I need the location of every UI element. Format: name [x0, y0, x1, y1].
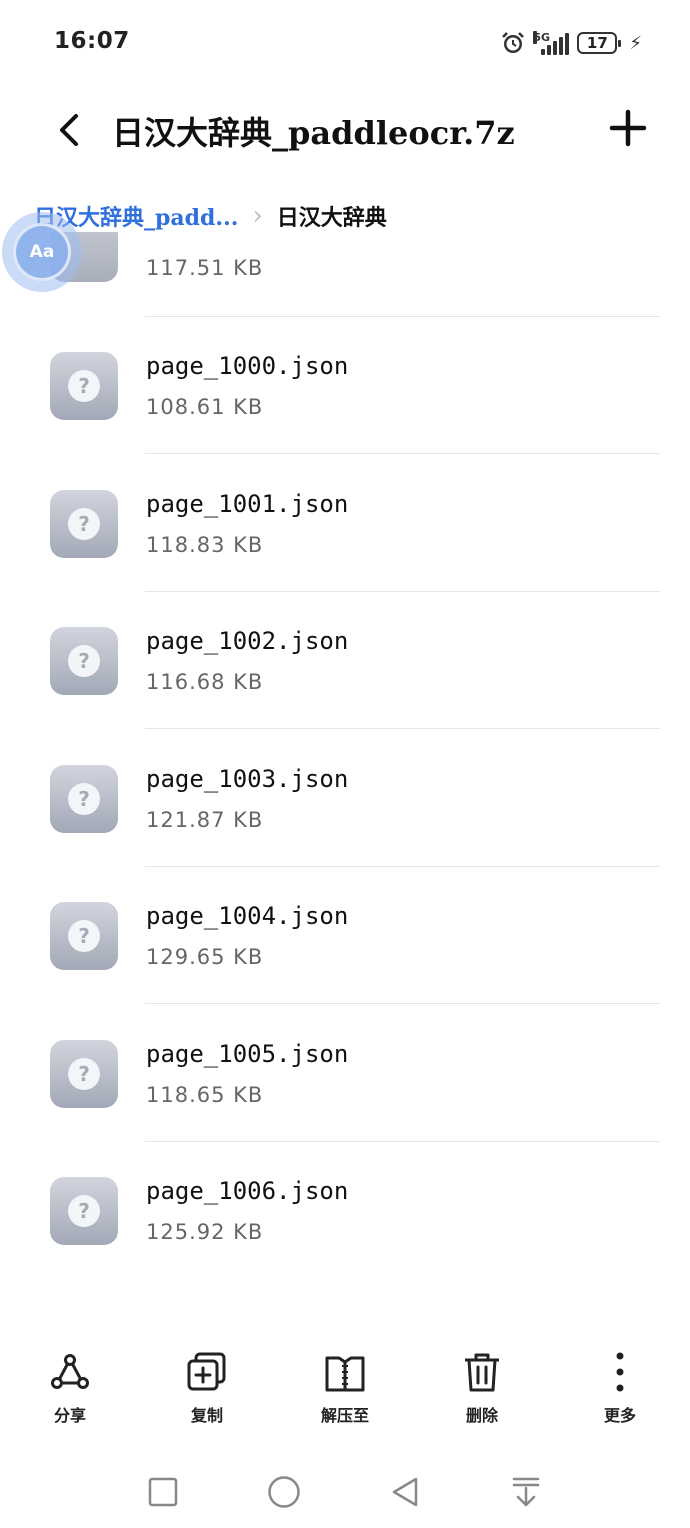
trash-icon [465, 1353, 499, 1392]
file-thumbnail: ? [50, 765, 118, 833]
breadcrumb-current: 日汉大辞典 [276, 205, 387, 231]
recent-apps-button[interactable] [143, 1472, 183, 1512]
list-item[interactable]: ? page_1005.json 118.65 KB [0, 1004, 690, 1141]
file-size: 125.92 KB [146, 1220, 264, 1244]
more-button[interactable]: 更多 [570, 1350, 670, 1430]
triangle-back-icon [392, 1477, 418, 1507]
action-label: 删除 [465, 1406, 498, 1425]
battery-icon: 17 [577, 32, 622, 54]
share-icon [51, 1354, 89, 1389]
action-label: 分享 [53, 1406, 86, 1425]
bottom-action-bar: 分享 复制 解压至 删除 更多 [0, 1350, 690, 1440]
delete-button[interactable]: 删除 [432, 1350, 532, 1430]
file-name: page_1000.json [146, 352, 349, 380]
home-button[interactable] [264, 1472, 304, 1512]
file-size: 117.51 KB [146, 256, 264, 280]
notification-pulldown-button[interactable] [506, 1472, 546, 1512]
file-name: page_1003.json [146, 765, 349, 793]
list-item[interactable]: ? page_1003.json 121.87 KB [0, 729, 690, 866]
unknown-file-icon: ? [68, 370, 100, 402]
list-item[interactable]: ? page_1002.json 116.68 KB [0, 591, 690, 728]
extract-button[interactable]: 解压至 [295, 1350, 395, 1430]
file-size: 118.65 KB [146, 1083, 264, 1107]
status-icons: 5G 17 ⚡ [501, 28, 642, 58]
file-name: page_1002.json [146, 627, 349, 655]
file-thumbnail: ? [50, 352, 118, 420]
list-item[interactable]: 117.51 KB [0, 232, 690, 316]
file-size: 108.61 KB [146, 395, 264, 419]
square-icon [148, 1477, 178, 1507]
list-item[interactable]: ? page_1000.json 108.61 KB [0, 316, 690, 453]
share-button[interactable]: 分享 [20, 1350, 120, 1430]
alarm-icon [502, 32, 525, 53]
more-vertical-icon [616, 1352, 624, 1392]
unknown-file-icon: ? [68, 645, 100, 677]
unknown-file-icon: ? [68, 1058, 100, 1090]
font-size-icon: Aa [13, 223, 71, 281]
header: 日汉大辞典_paddleocr.7z [0, 86, 690, 176]
chevron-right-icon: › [252, 201, 263, 231]
pull-down-icon [512, 1477, 540, 1507]
list-item[interactable]: ? page_1001.json 118.83 KB [0, 454, 690, 591]
network-type: 5G [533, 31, 551, 44]
file-name: page_1005.json [146, 1040, 349, 1068]
add-button[interactable] [606, 106, 650, 150]
file-thumbnail: ? [50, 1177, 118, 1245]
copy-button[interactable]: 复制 [157, 1350, 257, 1430]
plus-icon [609, 109, 647, 147]
list-item[interactable]: ? page_1004.json 129.65 KB [0, 866, 690, 1003]
file-size: 118.83 KB [146, 533, 264, 557]
file-name: page_1006.json [146, 1177, 349, 1205]
status-bar: 16:07 5G 17 ⚡ [0, 0, 690, 86]
battery-level: 17 [586, 34, 608, 52]
charging-icon: ⚡ [629, 32, 642, 54]
file-thumbnail: ? [50, 1040, 118, 1108]
circle-icon [268, 1476, 300, 1508]
signal-icon: 5G [533, 31, 570, 55]
file-size: 116.68 KB [146, 670, 264, 694]
list-item[interactable]: ? page_1006.json 125.92 KB [0, 1141, 690, 1278]
floating-text-button[interactable]: Aa [2, 212, 82, 292]
system-nav-bar [0, 1466, 690, 1516]
extract-icon [325, 1356, 365, 1392]
action-label: 更多 [603, 1406, 636, 1425]
back-button[interactable] [48, 108, 92, 152]
unknown-file-icon: ? [68, 1195, 100, 1227]
nav-back-button[interactable] [385, 1472, 425, 1512]
status-time: 16:07 [54, 28, 130, 54]
action-label: 复制 [190, 1406, 223, 1425]
action-label: 解压至 [320, 1406, 369, 1425]
file-thumbnail: ? [50, 902, 118, 970]
file-size: 129.65 KB [146, 945, 264, 969]
page-title: 日汉大辞典_paddleocr.7z [112, 114, 515, 152]
copy-icon [187, 1352, 226, 1391]
file-name: page_1004.json [146, 902, 349, 930]
unknown-file-icon: ? [68, 920, 100, 952]
breadcrumb: 日汉大辞典_padd... › 日汉大辞典 [34, 198, 387, 234]
file-thumbnail: ? [50, 627, 118, 695]
unknown-file-icon: ? [68, 508, 100, 540]
chevron-left-icon [60, 114, 78, 146]
file-thumbnail: ? [50, 490, 118, 558]
file-name: page_1001.json [146, 490, 349, 518]
file-size: 121.87 KB [146, 808, 264, 832]
unknown-file-icon: ? [68, 783, 100, 815]
